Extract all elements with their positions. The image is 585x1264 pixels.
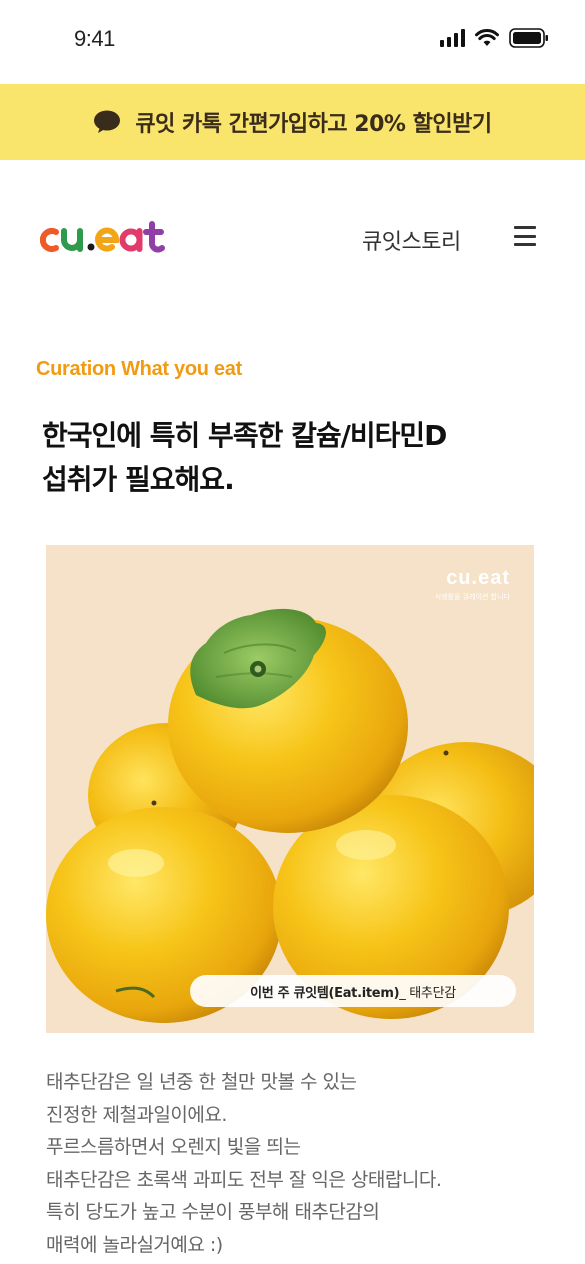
description-line: 태추단감은 초록색 과피도 전부 잘 익은 상태랍니다. <box>46 1168 442 1191</box>
banner-text: 큐잇 카톡 간편가입하고 20% 할인받기 <box>135 112 492 137</box>
status-bar: 9:41 <box>0 0 585 84</box>
status-time: 9:41 <box>74 26 115 51</box>
page-headline: 한국인에 특히 부족한 칼슘/비타민D 섭취가 필요해요. <box>42 414 552 502</box>
image-caption: 이번 주 큐잇템(Eat.item) _ 태추단감 <box>190 975 516 1007</box>
watermark-logo: cu.eat <box>446 567 510 589</box>
description-line: 푸르스름하면서 오렌지 빛을 띄는 <box>46 1136 301 1158</box>
site-header: 큐잇스토리 <box>0 200 585 280</box>
headline-line: 섭취가 필요해요. <box>42 463 235 496</box>
headline-line: 한국인에 특히 부족한 칼슘/비타민D <box>42 419 447 452</box>
product-description: 태추단감은 일 년중 한 철만 맛볼 수 있는 진정한 제철과일이에요. 푸르스… <box>46 1066 546 1261</box>
wifi-icon <box>475 29 499 47</box>
caption-item-name: _ 태추단감 <box>399 985 456 1001</box>
nav-cueat-story[interactable]: 큐잇스토리 <box>362 224 461 256</box>
signal-icon <box>440 29 465 47</box>
watermark-tagline: 식생활을 큐레이션 합니다 <box>434 593 510 601</box>
description-line: 매력에 놀라실거예요 :) <box>46 1233 223 1256</box>
description-line: 진정한 제철과일이에요. <box>46 1103 227 1126</box>
status-icons <box>440 28 549 48</box>
speech-bubble-icon <box>94 110 121 133</box>
persimmon-illustration <box>46 608 534 1023</box>
watermark: cu.eat 식생활을 큐레이션 합니다 <box>435 567 510 602</box>
description-line: 특히 당도가 높고 수분이 풍부해 태추단감의 <box>46 1201 380 1223</box>
description-line: 태추단감은 일 년중 한 철만 맛볼 수 있는 <box>46 1071 357 1093</box>
logo-mark <box>39 221 165 253</box>
section-eyebrow: Curation What you eat <box>36 358 242 380</box>
persimmon-product-image: cu.eat 식생활을 큐레이션 합니다 이번 주 큐잇템(Eat.item) … <box>46 545 534 1033</box>
caption-item-label: 이번 주 큐잇템(Eat.item) <box>250 985 400 1001</box>
cu-eat-logo[interactable] <box>36 218 186 262</box>
kakao-signup-banner[interactable]: 큐잇 카톡 간편가입하고 20% 할인받기 <box>0 84 585 160</box>
hamburger-menu-icon[interactable] <box>514 226 536 246</box>
battery-icon <box>509 28 549 48</box>
